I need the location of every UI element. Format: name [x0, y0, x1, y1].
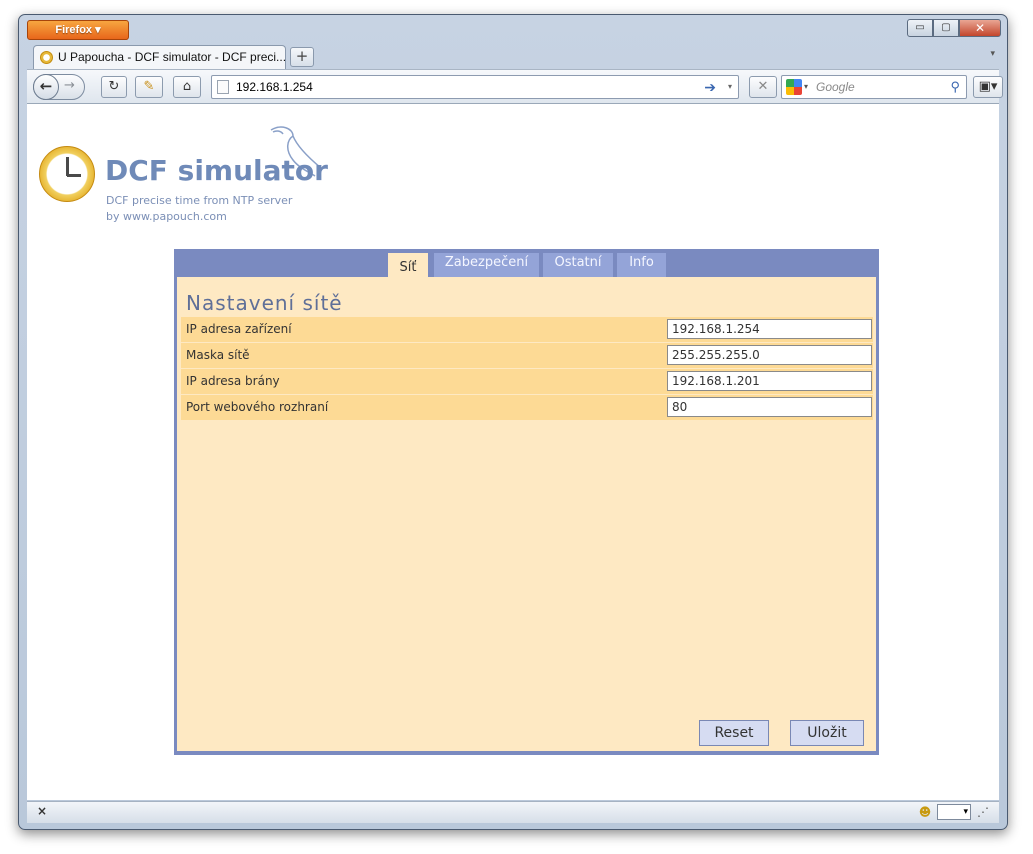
web-port-input[interactable]: 80 [667, 397, 872, 417]
search-placeholder: Google [816, 80, 855, 94]
reload-icon: ↻ [108, 79, 120, 94]
close-status-icon[interactable]: × [37, 804, 47, 818]
back-button[interactable]: ← [33, 74, 59, 100]
broom-icon: ✎ [143, 79, 155, 94]
settings-tabs: Síť Zabezpečení Ostatní Info [177, 249, 876, 281]
field-label: Port webového rozhraní [186, 400, 329, 414]
field-label: IP adresa zařízení [186, 322, 292, 336]
gateway-input[interactable]: 192.168.1.201 [667, 371, 872, 391]
ip-address-input[interactable]: 192.168.1.254 [667, 319, 872, 339]
firefox-menu-button[interactable]: Firefox ▾ [27, 20, 129, 40]
logo-title: DCF simulator [105, 154, 328, 187]
addon-icon[interactable]: ☻ [917, 804, 933, 820]
list-tabs-icon[interactable]: ▾ [990, 49, 995, 59]
form-row-web-port: Port webového rozhraní 80 [181, 395, 873, 421]
netmask-input[interactable]: 255.255.255.0 [667, 345, 872, 365]
url-history-dropdown-icon[interactable]: ▾ [728, 76, 732, 98]
status-bar: × ☻ ▾ ⋰ [27, 801, 999, 823]
settings-form: IP adresa zařízení 192.168.1.254 Maska s… [181, 317, 873, 421]
save-button[interactable]: Uložit [790, 720, 864, 746]
resize-grip-icon[interactable]: ⋰ [975, 804, 991, 820]
window-controls: ▭ ▢ ✕ [907, 19, 1001, 37]
firefox-menu-label: Firefox [55, 24, 93, 36]
browser-tab[interactable]: U Papoucha - DCF simulator - DCF preci..… [33, 45, 286, 69]
site-logo: DCF simulator DCF precise time from NTP … [39, 124, 339, 224]
navigation-toolbar: ← → ↻ ✎ ⌂ 192.168.1.254 ➔ ▾ ✕ ▾ Google ⚲… [27, 69, 1003, 103]
minimize-button[interactable]: ▭ [907, 19, 933, 37]
stop-icon: ✕ [757, 79, 769, 94]
form-row-netmask: Maska sítě 255.255.255.0 [181, 343, 873, 369]
form-row-ip-address: IP adresa zařízení 192.168.1.254 [181, 317, 873, 343]
title-bar: Firefox ▾ ▭ ▢ ✕ [19, 15, 1007, 43]
bookmarks-button[interactable]: ▣▾ [973, 76, 1003, 98]
new-tab-button[interactable]: + [290, 47, 314, 67]
tab-bar: U Papoucha - DCF simulator - DCF preci..… [27, 43, 999, 69]
settings-body: Nastavení sítě IP adresa zařízení 192.16… [177, 277, 876, 751]
clock-logo-icon [39, 146, 95, 202]
tab-info[interactable]: Info [617, 253, 666, 277]
clock-favicon-icon [40, 51, 53, 64]
close-button[interactable]: ✕ [959, 19, 1001, 37]
logo-website: by www.papouch.com [106, 210, 227, 223]
tool-dropdown-icon[interactable]: ▾ [937, 804, 971, 820]
maximize-button[interactable]: ▢ [933, 19, 959, 37]
tab-zabezpeceni[interactable]: Zabezpečení [434, 253, 539, 277]
tab-title: U Papoucha - DCF simulator - DCF preci..… [58, 50, 286, 64]
stop-button[interactable]: ✕ [749, 76, 777, 98]
browser-window: Firefox ▾ ▭ ▢ ✕ U Papoucha - DCF simulat… [18, 14, 1008, 830]
clear-history-button[interactable]: ✎ [135, 76, 163, 98]
reset-button[interactable]: Reset [699, 720, 769, 746]
home-icon: ⌂ [182, 79, 192, 94]
home-button[interactable]: ⌂ [173, 76, 201, 98]
settings-panel: Síť Zabezpečení Ostatní Info Nastavení s… [174, 249, 879, 755]
search-icon[interactable]: ⚲ [950, 76, 960, 98]
go-arrow-icon[interactable]: ➔ [704, 76, 716, 98]
google-icon[interactable] [786, 79, 802, 95]
page-icon [217, 80, 229, 94]
logo-subtitle: DCF precise time from NTP server [106, 194, 293, 207]
search-engine-dropdown-icon[interactable]: ▾ [804, 76, 808, 98]
reload-button[interactable]: ↻ [101, 76, 127, 98]
address-bar[interactable]: 192.168.1.254 ➔ ▾ [211, 75, 739, 99]
page-content: DCF simulator DCF precise time from NTP … [27, 103, 999, 800]
section-title: Nastavení sítě [186, 291, 343, 315]
status-icons: ☻ ▾ ⋰ [917, 804, 991, 820]
form-row-gateway: IP adresa brány 192.168.1.201 [181, 369, 873, 395]
bookmarks-icon: ▣▾ [978, 79, 998, 94]
back-forward-group: ← → [33, 74, 85, 100]
forward-button[interactable]: → [64, 78, 75, 93]
tab-ostatni[interactable]: Ostatní [543, 253, 613, 277]
field-label: Maska sítě [186, 348, 250, 362]
field-label: IP adresa brány [186, 374, 280, 388]
url-text: 192.168.1.254 [236, 80, 313, 94]
search-field[interactable]: ▾ Google ⚲ [781, 75, 967, 99]
